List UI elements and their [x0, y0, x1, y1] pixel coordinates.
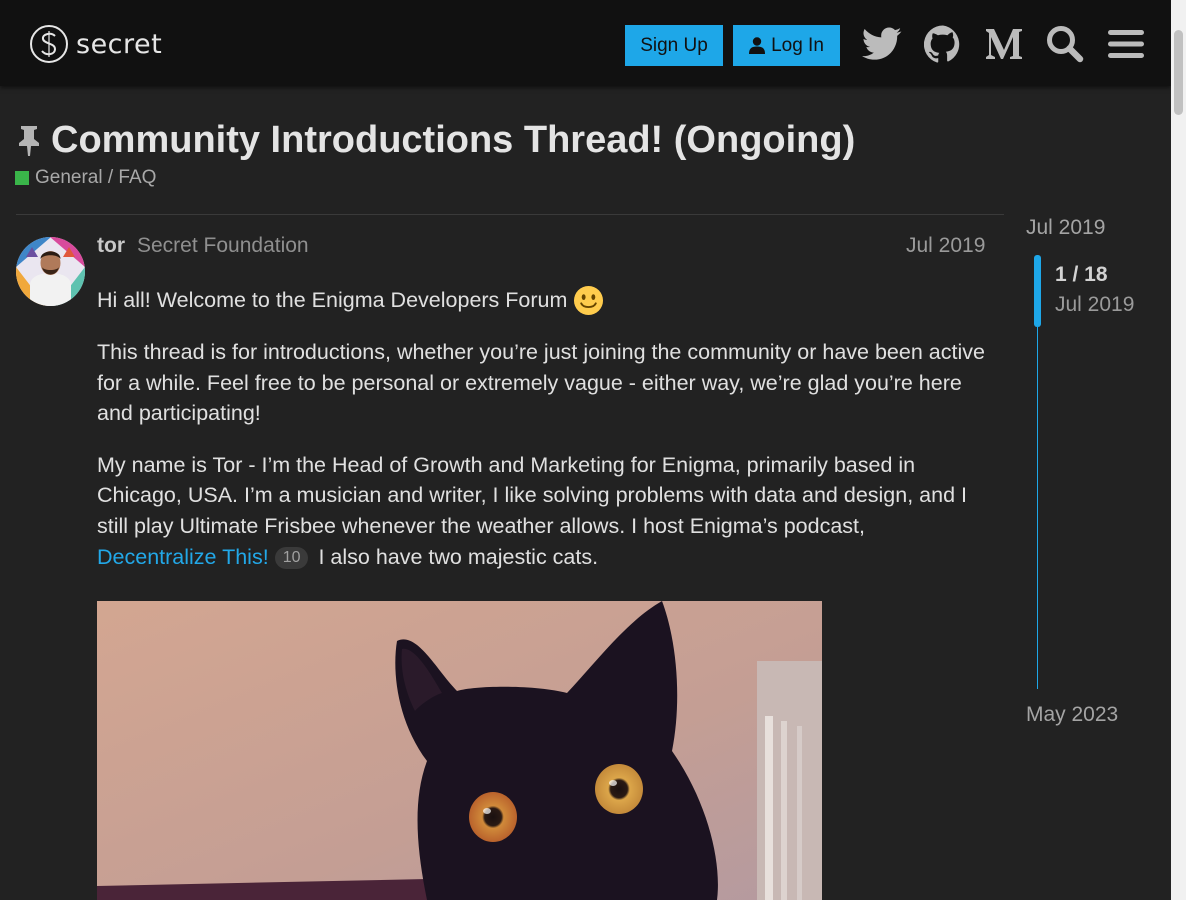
timeline-start-date[interactable]: Jul 2019	[1026, 216, 1105, 240]
podcast-link[interactable]: Decentralize This!	[97, 545, 269, 569]
post-paragraph-3-tail: I also have two majestic cats.	[318, 544, 599, 569]
timeline-end-date[interactable]: May 2023	[1026, 703, 1118, 727]
post-paragraph-3-text: My name is Tor - I’m the Head of Growth …	[97, 452, 967, 538]
secret-logo-icon	[30, 25, 68, 63]
cat-photo[interactable]	[97, 601, 822, 900]
twitter-icon[interactable]	[861, 23, 903, 65]
site-header: secret Sign Up Log In	[0, 0, 1171, 86]
timeline-handle[interactable]	[1034, 255, 1041, 327]
page-scrollbar[interactable]	[1171, 0, 1186, 900]
post-body: Hi all! Welcome to the Enigma Developers…	[97, 285, 992, 593]
post-paragraph-3: My name is Tor - I’m the Head of Growth …	[97, 450, 992, 572]
log-in-label: Log In	[771, 34, 824, 56]
link-click-count: 10	[274, 546, 309, 569]
sign-up-button[interactable]: Sign Up	[625, 25, 723, 66]
user-icon	[749, 37, 766, 54]
timeline-post-position: 1 / 18	[1055, 263, 1108, 286]
post-date[interactable]: Jul 2019	[906, 234, 985, 258]
pin-icon	[19, 126, 39, 156]
topic-title[interactable]: Community Introductions Thread! (Ongoing…	[51, 119, 855, 162]
post-paragraph-1: Hi all! Welcome to the Enigma Developers…	[97, 285, 992, 316]
scrollbar-thumb[interactable]	[1174, 30, 1183, 115]
post-username[interactable]: tor	[97, 234, 125, 258]
timeline-current-date: Jul 2019	[1055, 293, 1135, 316]
log-in-button[interactable]: Log In	[733, 25, 840, 66]
avatar[interactable]	[16, 237, 85, 306]
medium-icon[interactable]	[983, 23, 1025, 65]
github-icon[interactable]	[922, 23, 964, 65]
logo-text: secret	[76, 28, 163, 60]
post-user-title: Secret Foundation	[137, 234, 309, 257]
topic-divider	[16, 214, 1004, 215]
category-label: General / FAQ	[35, 167, 157, 188]
category-badge[interactable]: General / FAQ	[15, 167, 156, 189]
search-icon[interactable]	[1044, 23, 1086, 65]
post-paragraph-2: This thread is for introductions, whethe…	[97, 340, 985, 426]
post-paragraph-1-text: Hi all! Welcome to the Enigma Developers…	[97, 288, 568, 313]
site-logo[interactable]: secret	[29, 24, 162, 64]
category-color-square	[15, 171, 29, 185]
slightly-smiling-face-icon	[574, 285, 604, 316]
hamburger-menu-icon[interactable]	[1105, 23, 1147, 65]
